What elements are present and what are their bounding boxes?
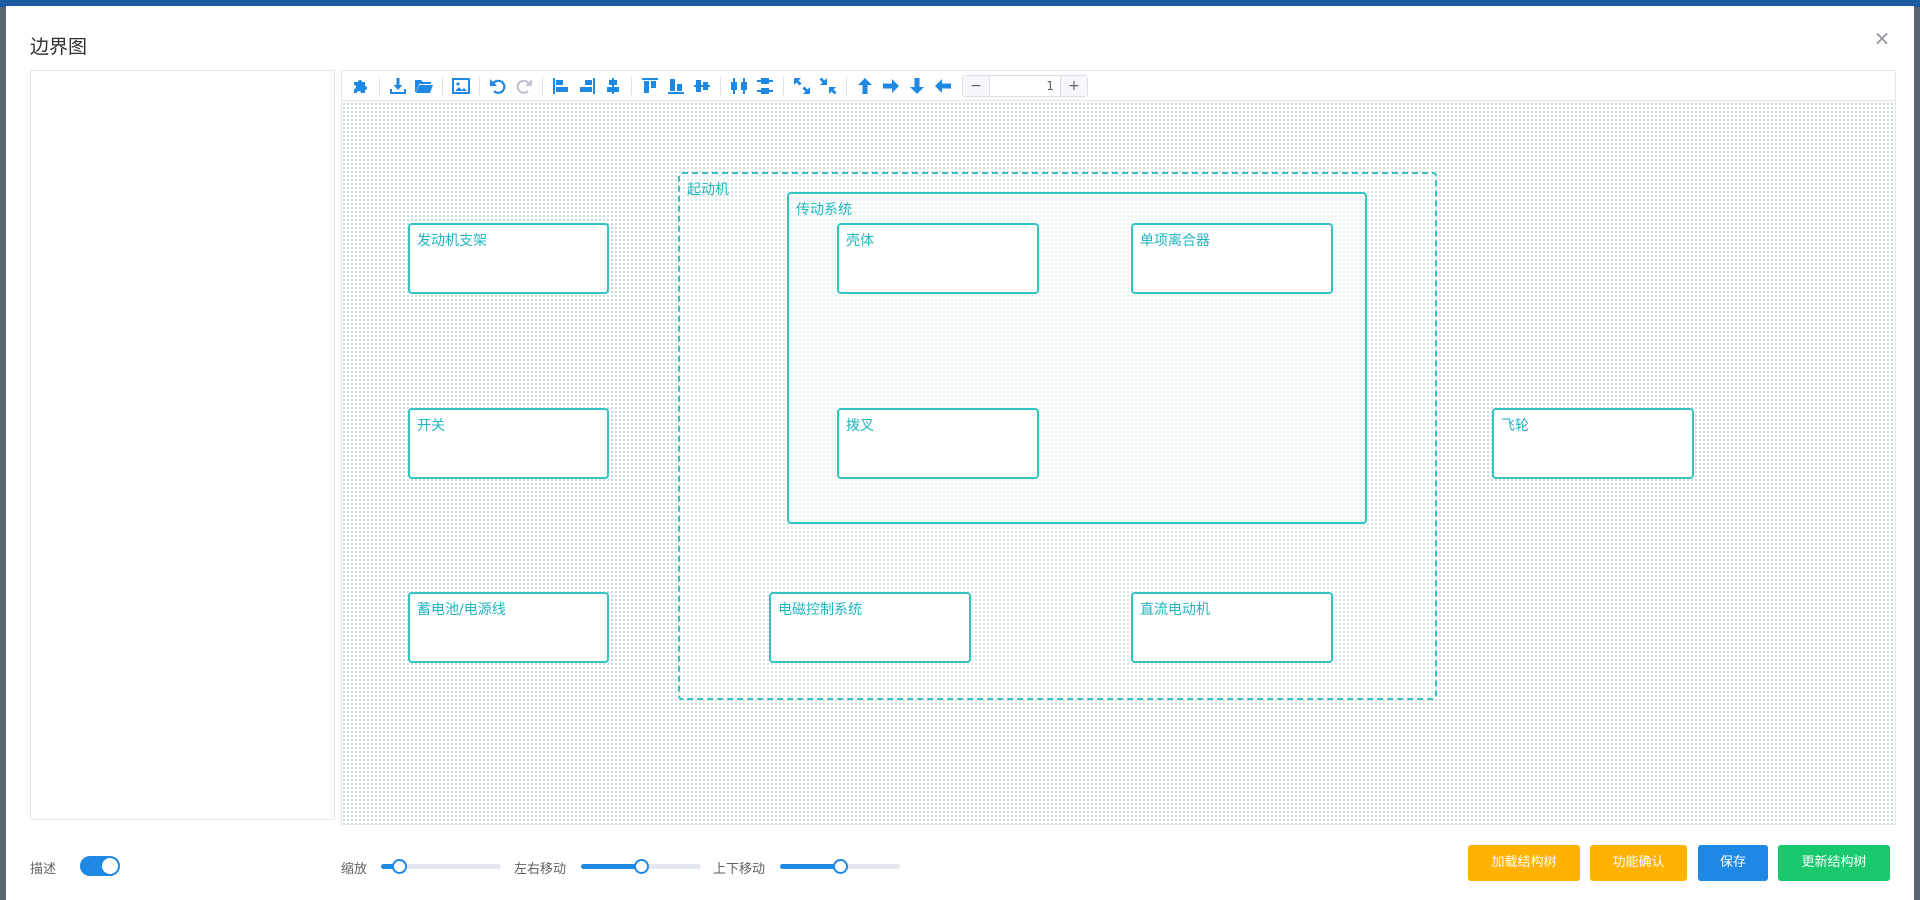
zoom-decrease-button[interactable]: −	[963, 75, 990, 96]
distribute-vertical-icon[interactable]	[752, 73, 778, 99]
node-housing[interactable]: 壳体	[837, 223, 1039, 294]
describe-switch[interactable]	[80, 856, 120, 876]
arrow-down-icon[interactable]	[904, 73, 930, 99]
node-label: 电磁控制系统	[778, 602, 862, 618]
close-icon[interactable]: ×	[1870, 26, 1894, 50]
redo-icon[interactable]	[511, 73, 537, 99]
align-left-icon[interactable]	[548, 73, 574, 99]
toolbar-divider	[379, 76, 380, 95]
folder-open-icon[interactable]	[411, 73, 437, 99]
slider-fill	[581, 864, 641, 869]
toolbar-divider	[846, 76, 847, 95]
node-shift-fork[interactable]: 拨叉	[837, 408, 1039, 479]
node-label: 直流电动机	[1140, 602, 1210, 618]
align-right-icon[interactable]	[574, 73, 600, 99]
vertical-move-label: 上下移动	[713, 862, 766, 877]
align-center-icon[interactable]	[600, 73, 626, 99]
toolbar-divider	[631, 76, 632, 95]
node-label: 蓄电池/电源线	[417, 602, 506, 618]
download-icon[interactable]	[385, 73, 411, 99]
arrow-up-icon[interactable]	[852, 73, 878, 99]
node-label: 壳体	[846, 233, 874, 249]
node-label: 拨叉	[846, 418, 874, 434]
arrow-right-icon[interactable]	[878, 73, 904, 99]
toolbar-divider	[442, 76, 443, 95]
horizontal-move-label: 左右移动	[514, 862, 567, 877]
boundary-diagram-dialog: 边界图 × − 1 + 发动机支架 开关 蓄电池/电源线 起动机 传动系统 壳体…	[6, 6, 1914, 900]
slider-thumb[interactable]	[392, 859, 407, 874]
node-battery-cable[interactable]: 蓄电池/电源线	[408, 592, 609, 663]
node-switch[interactable]: 开关	[408, 408, 609, 479]
toolbar-divider	[783, 76, 784, 95]
node-engine-mount[interactable]: 发动机支架	[408, 223, 609, 294]
node-dc-motor[interactable]: 直流电动机	[1131, 592, 1333, 663]
puzzle-icon[interactable]	[348, 73, 374, 99]
slider-thumb[interactable]	[634, 859, 649, 874]
align-middle-icon[interactable]	[689, 73, 715, 99]
dialog-title: 边界图	[30, 36, 88, 58]
node-one-way-clutch[interactable]: 单项离合器	[1131, 223, 1333, 294]
toolbar-divider	[542, 76, 543, 95]
arrow-left-icon[interactable]	[930, 73, 956, 99]
node-label: 飞轮	[1501, 418, 1529, 434]
confirm-function-button[interactable]: 功能确认	[1590, 845, 1687, 881]
switch-knob	[102, 858, 118, 874]
node-flywheel[interactable]: 飞轮	[1492, 408, 1694, 479]
zoom-increase-button[interactable]: +	[1060, 75, 1087, 96]
compress-icon[interactable]	[815, 73, 841, 99]
describe-label: 描述	[30, 862, 57, 877]
align-top-icon[interactable]	[637, 73, 663, 99]
update-tree-button[interactable]: 更新结构树	[1778, 845, 1890, 881]
group-label: 起动机	[687, 182, 729, 198]
node-label: 发动机支架	[417, 233, 487, 249]
structure-tree-panel	[30, 70, 335, 820]
zoom-slider[interactable]	[381, 856, 501, 876]
slider-thumb[interactable]	[833, 859, 848, 874]
node-em-control[interactable]: 电磁控制系统	[769, 592, 971, 663]
group-label: 传动系统	[796, 202, 852, 218]
zoom-value-input[interactable]: 1	[990, 79, 1060, 93]
node-label: 开关	[417, 418, 445, 434]
vertical-move-slider[interactable]	[780, 856, 900, 876]
save-button[interactable]: 保存	[1698, 845, 1768, 881]
zoom-stepper: − 1 +	[962, 74, 1088, 97]
toolbar-divider	[720, 76, 721, 95]
horizontal-move-slider[interactable]	[581, 856, 701, 876]
diagram-toolbar: − 1 +	[342, 71, 1895, 101]
slider-fill	[780, 864, 840, 869]
zoom-label: 缩放	[341, 862, 368, 877]
distribute-horizontal-icon[interactable]	[726, 73, 752, 99]
undo-icon[interactable]	[485, 73, 511, 99]
node-label: 单项离合器	[1140, 233, 1210, 249]
image-icon[interactable]	[448, 73, 474, 99]
load-tree-button[interactable]: 加载结构树	[1468, 845, 1580, 881]
diagram-editor: − 1 + 发动机支架 开关 蓄电池/电源线 起动机 传动系统 壳体 单项离合器…	[341, 70, 1896, 825]
align-bottom-icon[interactable]	[663, 73, 689, 99]
diagram-canvas[interactable]: 发动机支架 开关 蓄电池/电源线 起动机 传动系统 壳体 单项离合器 拨叉 电磁…	[342, 102, 1895, 824]
toolbar-divider	[479, 76, 480, 95]
bottom-controls: 描述 缩放 左右移动 上下移动 加载结构树 功能确认 保存 更新结构树	[6, 836, 1914, 886]
expand-icon[interactable]	[789, 73, 815, 99]
